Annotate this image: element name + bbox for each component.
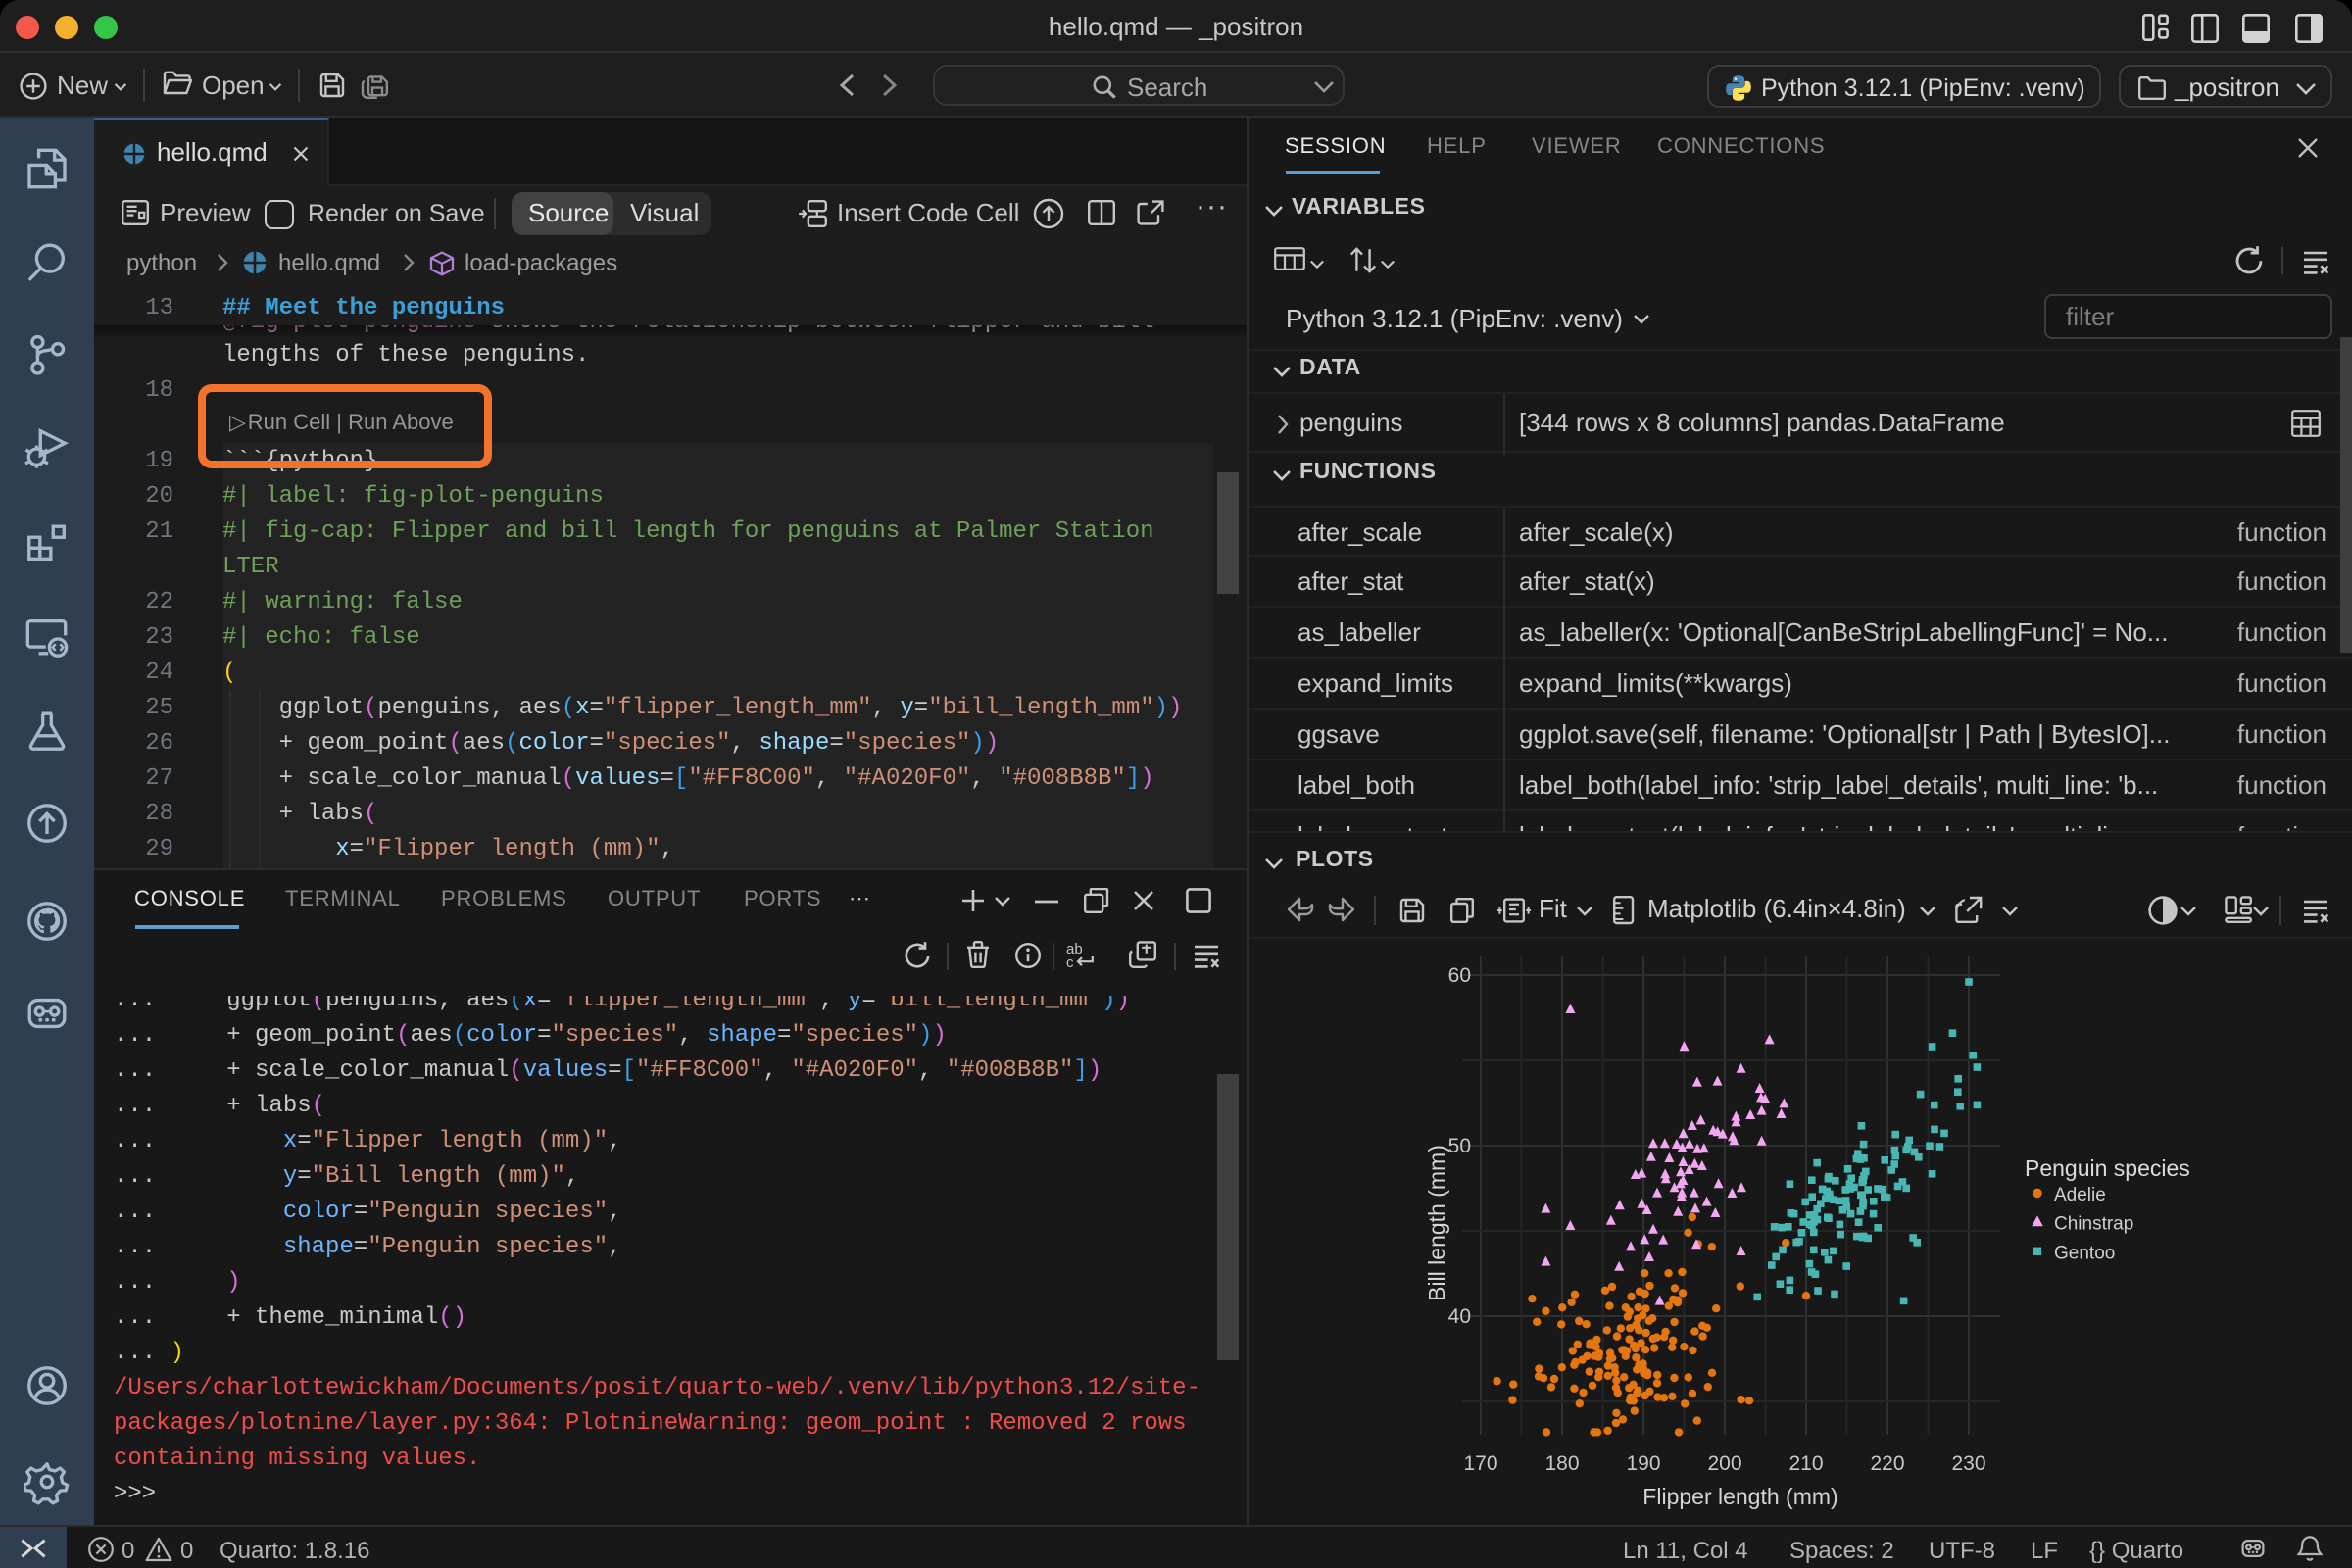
svg-text:210: 210 bbox=[1788, 1452, 1823, 1475]
svg-text:c: c bbox=[1066, 955, 1074, 970]
svg-text:200: 200 bbox=[1707, 1452, 1741, 1475]
svg-text:190: 190 bbox=[1626, 1452, 1660, 1475]
svg-text:230: 230 bbox=[1951, 1452, 1985, 1475]
svg-text:60: 60 bbox=[1448, 964, 1471, 987]
svg-text:Penguin species: Penguin species bbox=[2025, 1155, 2190, 1181]
svg-text:Gentoo: Gentoo bbox=[2054, 1243, 2115, 1263]
svg-text:170: 170 bbox=[1463, 1452, 1497, 1475]
svg-text:180: 180 bbox=[1544, 1452, 1579, 1475]
svg-text:50: 50 bbox=[1448, 1135, 1471, 1157]
svg-text:Chinstrap: Chinstrap bbox=[2054, 1214, 2133, 1235]
svg-text:40: 40 bbox=[1448, 1305, 1471, 1328]
svg-text:Bill length (mm): Bill length (mm) bbox=[1424, 1145, 1449, 1301]
svg-text:220: 220 bbox=[1870, 1452, 1904, 1475]
svg-text:Flipper length (mm): Flipper length (mm) bbox=[1642, 1484, 1838, 1509]
svg-text:Adelie: Adelie bbox=[2054, 1185, 2106, 1205]
